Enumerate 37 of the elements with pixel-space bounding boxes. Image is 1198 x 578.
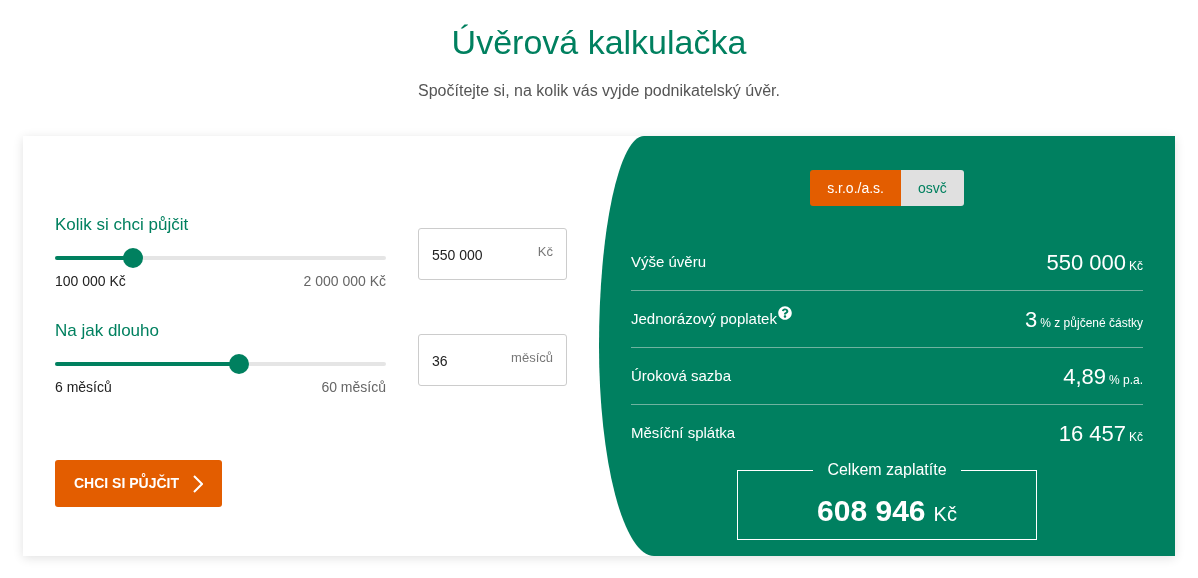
result-value: 3 <box>1025 305 1038 334</box>
borrow-button[interactable]: CHCI SI PŮJČIT <box>55 460 222 507</box>
amount-input-field[interactable]: 36 měsíců <box>418 334 567 386</box>
result-unit: % z půjčené částky <box>1040 314 1143 332</box>
segment-tab[interactable]: s.r.o./a.s. <box>810 170 901 206</box>
input-value: 550 000 <box>432 245 483 265</box>
total-value: 608 946 <box>817 493 926 529</box>
page-subtitle: Spočítejte si, na kolik vás vyjde podnikatelský úvěr. <box>418 81 780 101</box>
slider-thumb[interactable] <box>229 354 250 374</box>
amount-input-field[interactable]: 550 000 Kč <box>418 228 567 280</box>
slider-label: Na jak dlouho <box>55 320 160 342</box>
result-unit: % p.a. <box>1108 371 1143 389</box>
result-label: Výše úvěru <box>631 251 707 272</box>
chevron-right-icon <box>193 474 203 493</box>
segment-tab[interactable]: osvč <box>901 170 964 206</box>
result-value: 550 000 <box>1046 248 1126 277</box>
slider-max-label: 60 měsíců <box>321 378 386 396</box>
total-unit: Kč <box>933 502 957 527</box>
input-unit: měsíců <box>511 349 553 368</box>
input-value: 36 <box>432 351 448 371</box>
result-unit: Kč <box>1129 257 1143 275</box>
slider-track[interactable] <box>55 354 386 374</box>
result-unit: Kč <box>1129 429 1143 446</box>
result-label: Měsíční splátka <box>631 423 736 444</box>
slider-label: Kolik si chci půjčit <box>55 214 190 236</box>
slider-max-label: 2 000 000 Kč <box>303 272 386 290</box>
slider-thumb[interactable] <box>123 248 144 268</box>
page-title: Úvěrová kalkulačka <box>451 22 747 62</box>
help-icon[interactable] <box>777 305 792 320</box>
result-value: 4,89 <box>1063 362 1106 391</box>
slider-min-label: 100 000 Kč <box>55 272 126 290</box>
result-value: 16 457 <box>1058 420 1126 448</box>
result-label: Úroková sazba <box>631 365 732 386</box>
slider-track[interactable] <box>55 248 386 268</box>
result-label: Jednorázový poplatek <box>631 308 777 329</box>
input-unit: Kč <box>537 243 553 262</box>
slider-min-label: 6 měsíců <box>55 378 112 396</box>
